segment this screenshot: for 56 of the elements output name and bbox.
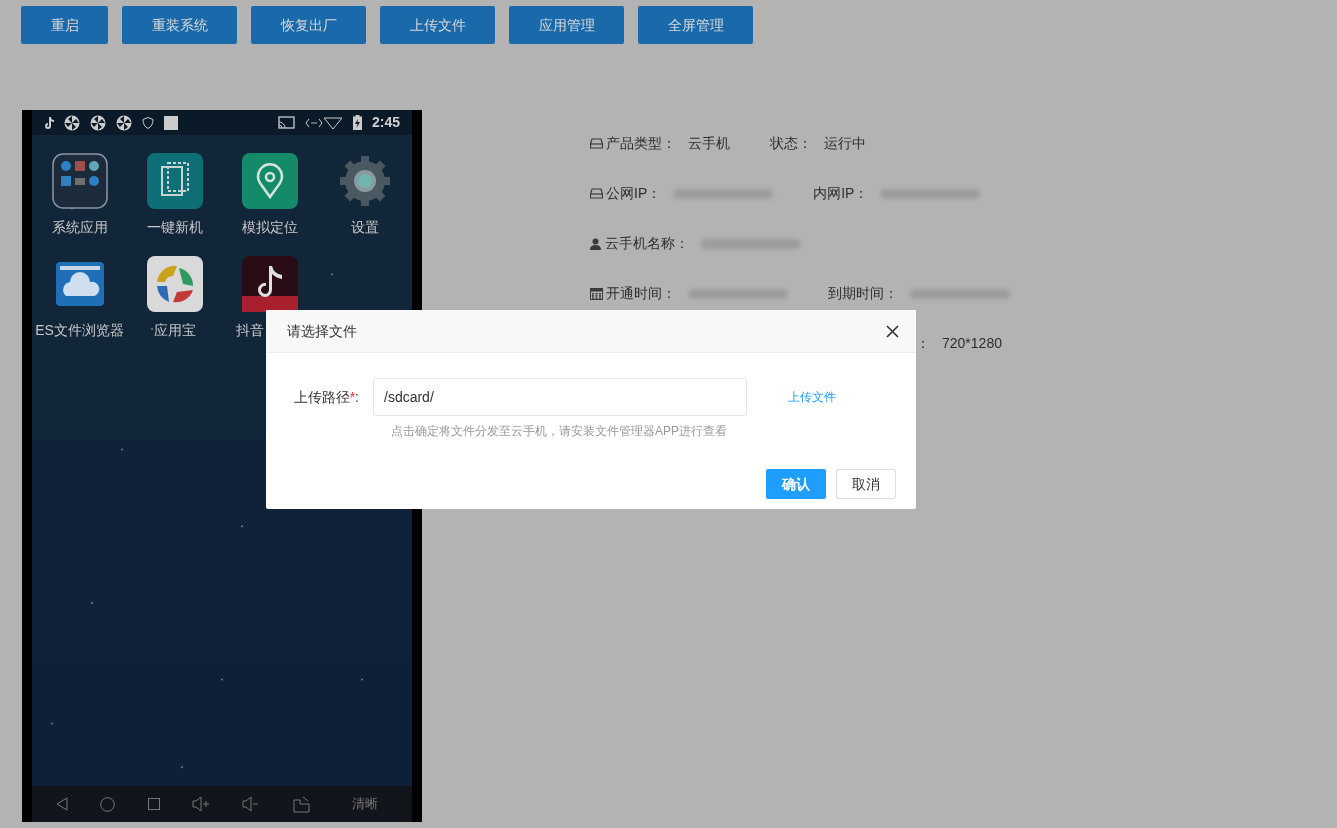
info-label: ： bbox=[916, 334, 930, 353]
app-shortcut[interactable]: 设置 bbox=[317, 153, 412, 238]
app-shortcut[interactable]: 模拟定位 bbox=[222, 153, 317, 238]
cast-icon bbox=[277, 116, 295, 129]
info-value: 720*1280 bbox=[942, 334, 1002, 353]
info-label: 状态： bbox=[770, 134, 812, 153]
battery-icon bbox=[352, 115, 362, 130]
info-value: 云手机 bbox=[688, 134, 730, 153]
path-input[interactable]: /sdcard/ bbox=[373, 378, 747, 416]
info-label: 到期时间： bbox=[828, 284, 898, 303]
info-label: 公网IP： bbox=[606, 184, 662, 203]
app-shortcut[interactable]: 应用宝 bbox=[127, 256, 222, 341]
close-icon bbox=[885, 324, 899, 338]
dialog-button[interactable]: 取消 bbox=[836, 469, 896, 499]
pinwheel-icon bbox=[116, 114, 132, 131]
location-pin-icon bbox=[241, 153, 298, 209]
note-icon bbox=[44, 116, 54, 129]
info-label: 内网IP： bbox=[813, 184, 869, 203]
dialog-title: 请选择文件 bbox=[287, 321, 357, 341]
toolbar-button[interactable]: 上传文件 bbox=[380, 6, 495, 44]
back-icon[interactable] bbox=[56, 797, 69, 811]
toolbar-button[interactable]: 重装系统 bbox=[122, 6, 237, 44]
drive-icon bbox=[590, 188, 603, 199]
info-value: 运行中 bbox=[824, 134, 866, 153]
toolbar-button[interactable]: 应用管理 bbox=[509, 6, 624, 44]
swirl-icon bbox=[146, 256, 203, 312]
info-label: 开通时间： bbox=[606, 284, 676, 303]
pinwheel-icon bbox=[64, 114, 80, 131]
quality-button[interactable]: 清晰 bbox=[341, 794, 388, 814]
user-icon bbox=[590, 237, 601, 250]
toolbar-button[interactable]: 重启 bbox=[21, 6, 108, 44]
music-note-icon bbox=[241, 256, 298, 312]
network-icon bbox=[304, 115, 343, 130]
folder-icon bbox=[51, 153, 108, 209]
status-time: 2:45 bbox=[371, 113, 400, 132]
volume-up-icon[interactable] bbox=[192, 796, 210, 812]
calendar-icon bbox=[590, 287, 603, 300]
drive-icon bbox=[590, 138, 603, 149]
info-label: 产品类型： bbox=[606, 134, 676, 153]
copy-icon bbox=[146, 153, 203, 209]
app-shortcut[interactable]: 系统应用 bbox=[32, 153, 127, 238]
toolbar-button[interactable]: 全屏管理 bbox=[638, 6, 753, 44]
square-icon bbox=[164, 115, 178, 130]
app-shortcut[interactable]: ES文件浏览器 bbox=[32, 256, 127, 341]
home-icon[interactable] bbox=[100, 796, 116, 812]
field-label: 上传路径*: bbox=[292, 387, 360, 407]
rotate-icon[interactable] bbox=[292, 795, 310, 813]
shield-icon bbox=[142, 116, 154, 129]
info-label: 云手机名称： bbox=[605, 234, 689, 253]
pinwheel-icon bbox=[90, 114, 106, 131]
app-shortcut[interactable]: 一键新机 bbox=[127, 153, 222, 238]
hint-text: 点击确定将文件分发至云手机，请安装文件管理器APP进行查看 bbox=[391, 423, 728, 440]
toolbar-button[interactable]: 恢复出厂 bbox=[251, 6, 366, 44]
recents-icon[interactable] bbox=[147, 798, 160, 810]
volume-down-icon[interactable] bbox=[242, 796, 261, 812]
close-button[interactable] bbox=[884, 323, 900, 339]
